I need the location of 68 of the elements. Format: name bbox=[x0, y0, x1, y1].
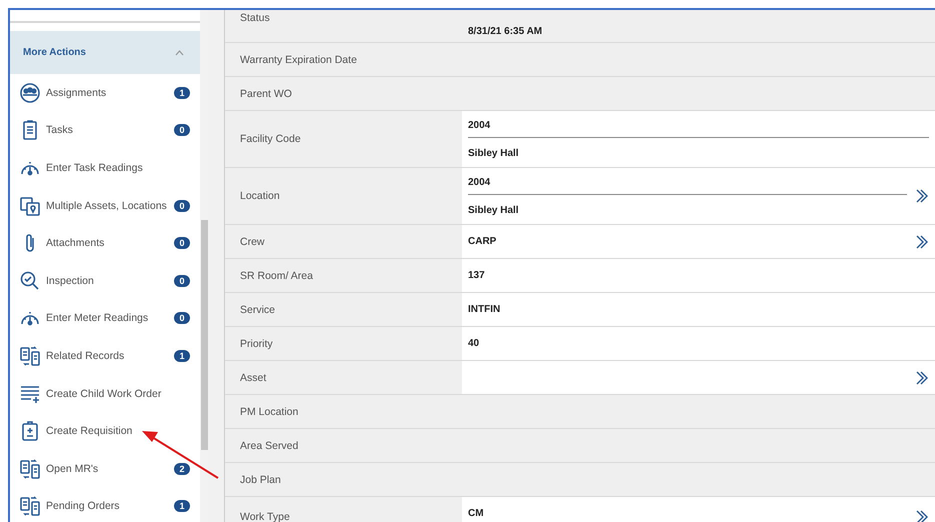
double-chevron-icon[interactable] bbox=[915, 234, 929, 250]
double-chevron-icon[interactable] bbox=[915, 370, 929, 386]
count-badge: 0 bbox=[174, 124, 190, 136]
input-field[interactable]: INTFIN bbox=[462, 293, 935, 326]
count-badge: 1 bbox=[174, 500, 190, 512]
action-item[interactable]: Open MR's 2 bbox=[10, 450, 200, 488]
count-badge: 1 bbox=[174, 86, 190, 99]
action-item[interactable]: Multiple Assets, Locations 0 bbox=[10, 186, 200, 224]
field-value: 2004 bbox=[468, 120, 929, 138]
field-label: Job Plan bbox=[239, 474, 281, 486]
action-item[interactable]: Enter Task Readings bbox=[10, 149, 200, 187]
scrollbar[interactable] bbox=[200, 10, 208, 522]
field-value: 8/31/21 6:35 AM bbox=[468, 26, 544, 37]
action-item[interactable]: Attachments 0 bbox=[10, 224, 200, 262]
field-label: Crew bbox=[239, 236, 265, 248]
count-badge: 2 bbox=[174, 462, 190, 475]
field-label: SR Room/ Area bbox=[239, 270, 313, 282]
field-value: 40 bbox=[468, 338, 480, 349]
field-label: Priority bbox=[239, 338, 273, 350]
documents-exchange-icon bbox=[19, 458, 41, 480]
input-field[interactable]: 2004 Sibley Hall bbox=[462, 168, 935, 224]
input-field[interactable] bbox=[462, 361, 935, 394]
count-badge: 1 bbox=[174, 350, 190, 362]
field-label: Service bbox=[239, 304, 276, 316]
double-chevron-icon[interactable] bbox=[915, 509, 929, 522]
section-header[interactable]: More Actions bbox=[10, 31, 200, 74]
field-value: CARP bbox=[468, 236, 498, 247]
count-badge: 0 bbox=[174, 200, 190, 212]
field-value: CM bbox=[468, 508, 907, 522]
section-title: More Actions bbox=[23, 47, 86, 58]
documents-exchange-icon bbox=[19, 344, 41, 367]
field-value: 2004 bbox=[468, 176, 907, 194]
field-value: 137 bbox=[468, 270, 486, 281]
field-label: Asset bbox=[239, 372, 266, 384]
action-item[interactable]: Create Child Work Order bbox=[10, 374, 200, 412]
input-field[interactable]: 40 bbox=[462, 327, 935, 360]
count-badge: 0 bbox=[174, 312, 190, 324]
map-pin-icon bbox=[19, 194, 41, 217]
field-label: PM Location bbox=[239, 406, 298, 418]
action-item[interactable]: Tasks 0 bbox=[10, 112, 200, 150]
field-label: Warranty Expiration Date bbox=[239, 54, 357, 66]
magnifier-check-icon bbox=[19, 270, 41, 292]
scrollbar-thumb[interactable] bbox=[201, 220, 208, 450]
input-field[interactable]: 137 bbox=[462, 259, 935, 292]
field-value: INTFIN bbox=[468, 304, 502, 315]
field-description: Sibley Hall bbox=[468, 204, 520, 216]
field-label: Area Served bbox=[239, 440, 298, 452]
field-label: Work Type bbox=[239, 511, 290, 522]
field-label: Location bbox=[239, 190, 280, 202]
action-item[interactable]: Create Requisition bbox=[10, 412, 200, 450]
input-field[interactable]: CM bbox=[462, 497, 935, 522]
field-label: Facility Code bbox=[239, 133, 301, 145]
field-label: Status bbox=[239, 12, 270, 24]
action-item[interactable]: Inspection 0 bbox=[10, 262, 200, 300]
field-description: Sibley Hall bbox=[468, 148, 520, 158]
field-label: Parent WO bbox=[239, 88, 292, 100]
document-plus-icon bbox=[19, 420, 41, 442]
count-badge: 0 bbox=[174, 274, 190, 287]
count-badge: 0 bbox=[174, 237, 190, 250]
input-field[interactable]: 2004 Sibley Hall bbox=[462, 111, 935, 167]
documents-exchange-icon bbox=[19, 495, 41, 518]
action-item[interactable]: Enter Meter Readings 0 bbox=[10, 300, 200, 338]
action-item[interactable]: Related Records 1 bbox=[10, 337, 200, 375]
action-item[interactable]: Pending Orders 1 bbox=[10, 488, 200, 522]
input-field[interactable]: CARP bbox=[462, 225, 935, 258]
action-item[interactable]: Assignments 1 bbox=[10, 74, 200, 112]
people-icon bbox=[19, 82, 41, 104]
double-chevron-icon[interactable] bbox=[915, 188, 929, 204]
